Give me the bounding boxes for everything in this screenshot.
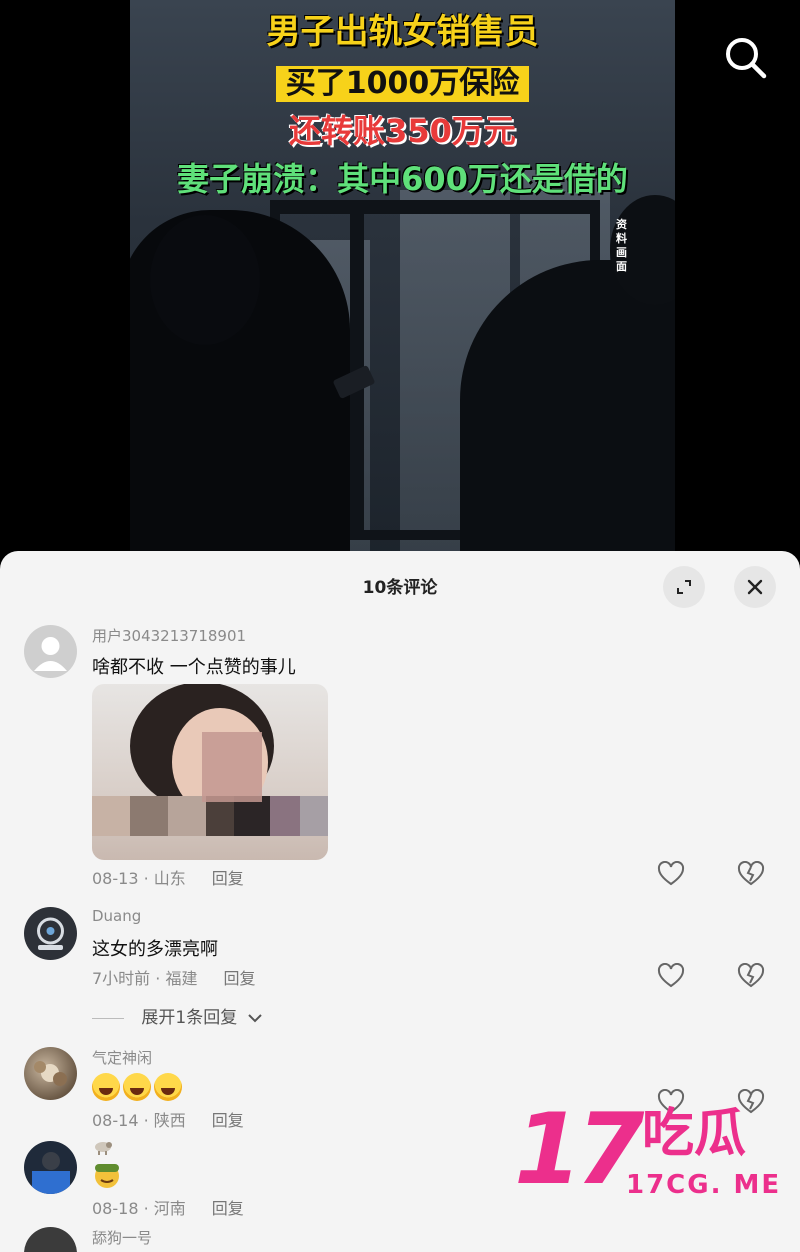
avatar[interactable] <box>24 1141 77 1194</box>
default-user-icon <box>34 637 67 671</box>
silhouette-left-head <box>150 215 260 345</box>
comment-username[interactable]: 气定神闲 <box>92 1047 152 1068</box>
comment-location: 河南 <box>153 1199 186 1218</box>
comment-meta: 08-13 · 山东 回复 <box>92 869 244 888</box>
close-icon <box>747 579 763 595</box>
watermark-url: 17CG. ME <box>626 1170 782 1200</box>
comment-item: Duang 这女的多漂亮啊 7小时前 · 福建 回复 展开1条回复 <box>0 907 800 1028</box>
comment-date: 08-14 <box>92 1111 139 1130</box>
expand-icon <box>677 580 691 594</box>
expand-replies-label: 展开1条回复 <box>141 1008 238 1028</box>
comment-meta: 7小时前 · 福建 回复 <box>92 969 256 988</box>
comment-username[interactable]: 舔狗一号 <box>92 1227 152 1248</box>
video-caption-line-4: 妻子崩溃：其中600万还是借的 <box>177 160 628 198</box>
laughing-crying-emoji-icon <box>154 1073 182 1101</box>
user-avatar-icon <box>37 917 64 950</box>
comment-text: 啥都不收 一个点赞的事儿 <box>92 657 296 678</box>
sheep-icon <box>95 1142 112 1155</box>
user-avatar-icon <box>32 1152 70 1194</box>
like-icon[interactable] <box>657 861 685 887</box>
reply-button[interactable]: 回复 <box>212 869 244 888</box>
avatar[interactable] <box>24 625 77 678</box>
watermark-number: 17 <box>514 1093 644 1207</box>
comment-location: 陕西 <box>153 1111 186 1130</box>
avatar[interactable] <box>24 1227 77 1252</box>
search-icon <box>726 38 767 79</box>
reply-button[interactable]: 回复 <box>223 969 255 988</box>
comment-username[interactable]: 用户3043213718901 <box>92 625 246 646</box>
avatar[interactable] <box>24 907 77 960</box>
archive-footage-note: 资料画面 <box>616 218 627 273</box>
video-frame[interactable]: 男子出轨女销售员 买了1000万保险 还转账350万元 妻子崩溃：其中600万还… <box>130 0 675 560</box>
comment-text: 这女的多漂亮啊 <box>92 939 218 960</box>
comment-emoji-row <box>92 1161 122 1194</box>
video-caption-line-3: 还转账350万元 <box>289 112 516 150</box>
flower-avatar-icon <box>34 1061 67 1086</box>
comment-location: 山东 <box>153 869 186 888</box>
expand-replies-button[interactable]: 展开1条回复 <box>92 1003 263 1028</box>
comment-photo <box>92 684 328 836</box>
watermark-chinese: 吃瓜 <box>642 1104 747 1164</box>
smirk-emoji-icon <box>95 1164 119 1188</box>
site-watermark: 17 吃瓜 17CG. ME <box>514 1100 794 1210</box>
dislike-icon[interactable] <box>737 861 765 887</box>
comment-location: 福建 <box>165 969 198 988</box>
like-icon[interactable] <box>657 963 685 989</box>
comment-emoji-row <box>92 1073 185 1106</box>
reply-button[interactable]: 回复 <box>212 1111 244 1130</box>
expand-sheet-button[interactable] <box>663 566 705 608</box>
reply-button[interactable]: 回复 <box>212 1199 244 1218</box>
chevron-down-icon <box>247 1014 262 1023</box>
video-caption-line-2: 买了1000万保险 <box>130 66 675 102</box>
comment-date: 08-18 <box>92 1199 139 1218</box>
comment-meta: 08-14 · 陕西 回复 <box>92 1111 244 1130</box>
avatar[interactable] <box>24 1047 77 1100</box>
dislike-icon[interactable] <box>737 963 765 989</box>
comment-date: 7小时前 <box>92 969 151 988</box>
comment-date: 08-13 <box>92 869 139 888</box>
comment-username[interactable]: Duang <box>92 907 141 925</box>
laughing-crying-emoji-icon <box>123 1073 151 1101</box>
laughing-crying-emoji-icon <box>92 1073 120 1101</box>
close-sheet-button[interactable] <box>734 566 776 608</box>
comment-meta: 08-18 · 河南 回复 <box>92 1199 244 1218</box>
search-button[interactable] <box>718 30 774 86</box>
video-caption-line-1: 男子出轨女销售员 <box>266 12 539 52</box>
comment-item: 舔狗一号 <box>0 1227 800 1252</box>
comment-item: 用户3043213718901 啥都不收 一个点赞的事儿 08-13 · 山东回… <box>0 625 800 895</box>
comment-username[interactable] <box>92 1139 114 1159</box>
comment-image[interactable] <box>92 684 328 860</box>
